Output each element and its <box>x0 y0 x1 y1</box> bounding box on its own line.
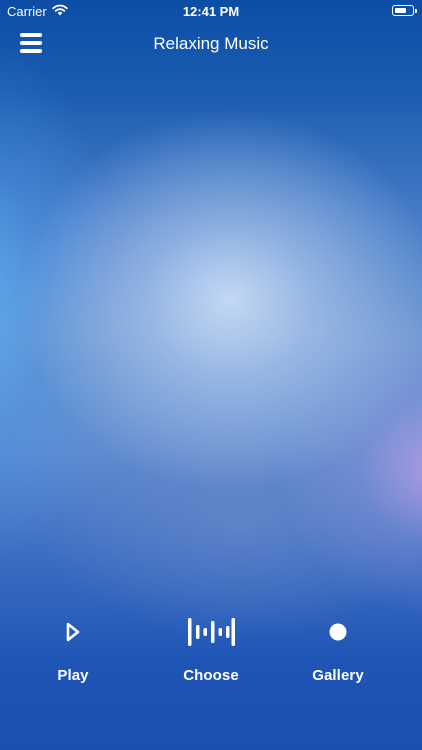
play-button[interactable]: Play <box>18 608 128 694</box>
gallery-label: Gallery <box>312 667 364 684</box>
page-title: Relaxing Music <box>153 34 269 53</box>
nav-bar: Relaxing Music <box>0 24 422 64</box>
gallery-button[interactable]: Gallery <box>283 608 393 694</box>
status-bar: Carrier 12:41 PM <box>0 0 422 24</box>
play-icon <box>18 608 128 656</box>
waveform-icon <box>156 608 266 656</box>
status-time: 12:41 PM <box>182 4 240 19</box>
choose-button[interactable]: Choose <box>156 608 266 694</box>
battery-icon <box>392 5 417 16</box>
play-label: Play <box>57 667 89 684</box>
dot-icon <box>283 608 393 656</box>
app-screen: Carrier 12:41 PM Relaxing Music Play Cho… <box>0 0 422 750</box>
bottom-toolbar: Play Choose Gallery <box>0 608 422 698</box>
choose-label: Choose <box>183 667 239 684</box>
